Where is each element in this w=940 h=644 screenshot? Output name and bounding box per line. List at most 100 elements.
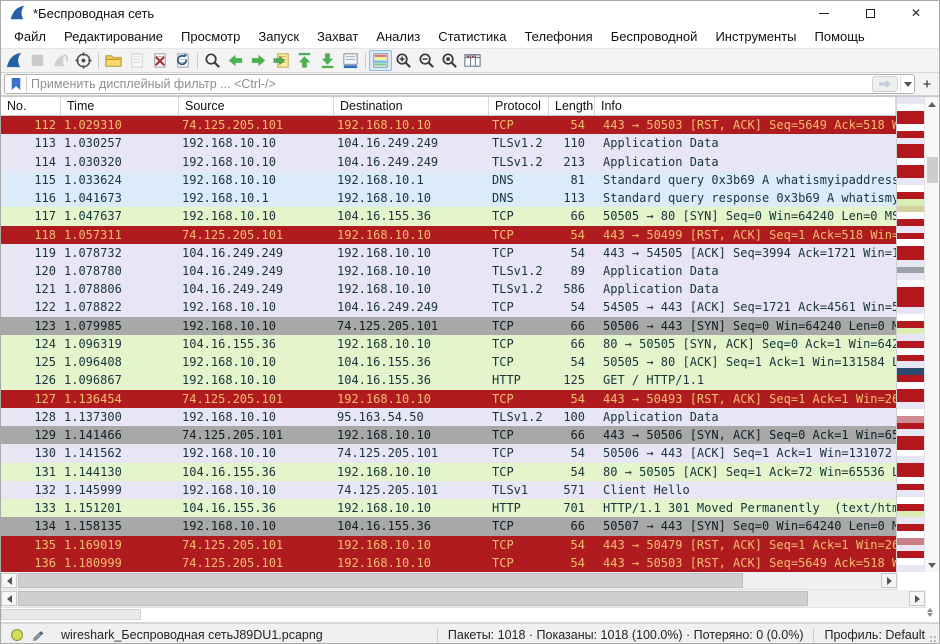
cell-source: 104.16.249.249 bbox=[179, 262, 334, 280]
menu-item-go[interactable]: Запуск bbox=[249, 26, 308, 47]
column-header-destination[interactable]: Destination bbox=[334, 97, 489, 115]
packet-row[interactable]: 1231.079985192.168.10.1074.125.205.101TC… bbox=[1, 317, 896, 335]
colorize-icon[interactable] bbox=[369, 50, 392, 71]
packet-list-hscrollbar[interactable] bbox=[1, 572, 898, 590]
hscroll-left-button[interactable] bbox=[1, 573, 17, 588]
menu-item-tools[interactable]: Инструменты bbox=[706, 26, 805, 47]
scroll-up-button[interactable] bbox=[925, 97, 939, 111]
column-header-time[interactable]: Time bbox=[61, 97, 179, 115]
cell-no: 131 bbox=[1, 463, 61, 481]
expert-info-icon[interactable] bbox=[11, 629, 23, 641]
wireshark-logo-icon bbox=[9, 4, 27, 22]
apply-filter-button[interactable] bbox=[872, 76, 898, 92]
column-header-protocol[interactable]: Protocol bbox=[489, 97, 549, 115]
cell-length: 54 bbox=[549, 116, 595, 134]
menu-item-statistics[interactable]: Статистика bbox=[429, 26, 515, 47]
packet-row[interactable]: 1241.096319104.16.155.36192.168.10.10TCP… bbox=[1, 335, 896, 353]
menu-item-help[interactable]: Помощь bbox=[806, 26, 874, 47]
packet-row[interactable]: 1321.145999192.168.10.1074.125.205.101TL… bbox=[1, 481, 896, 499]
cell-source: 104.16.249.249 bbox=[179, 280, 334, 298]
collapsed-pane-scrollbar[interactable] bbox=[1, 609, 141, 620]
capture-comment-icon[interactable] bbox=[29, 627, 47, 643]
profile-button[interactable]: Профиль: Default bbox=[813, 628, 939, 642]
save-file-icon[interactable] bbox=[125, 50, 148, 71]
add-filter-button[interactable]: + bbox=[918, 76, 936, 93]
scroll-down-button[interactable] bbox=[925, 558, 939, 572]
hscrollbar-thumb[interactable] bbox=[18, 573, 743, 588]
menu-item-capture[interactable]: Захват bbox=[308, 26, 367, 47]
packet-row[interactable]: 1151.033624192.168.10.10192.168.10.1DNS8… bbox=[1, 171, 896, 189]
packet-row[interactable]: 1171.047637192.168.10.10104.16.155.36TCP… bbox=[1, 207, 896, 225]
menu-item-edit[interactable]: Редактирование bbox=[55, 26, 172, 47]
hscroll2-right-button[interactable] bbox=[909, 591, 925, 606]
zoom-original-icon[interactable] bbox=[438, 50, 461, 71]
column-header-info[interactable]: Info bbox=[595, 97, 896, 115]
go-back-icon[interactable] bbox=[224, 50, 247, 71]
packet-row[interactable]: 1161.041673192.168.10.1192.168.10.10DNS1… bbox=[1, 189, 896, 207]
vertical-scrollbar[interactable] bbox=[924, 97, 939, 572]
display-filter-input[interactable] bbox=[27, 75, 872, 93]
restart-capture-icon[interactable] bbox=[49, 50, 72, 71]
resize-grip[interactable] bbox=[929, 635, 937, 643]
auto-scroll-icon[interactable] bbox=[339, 50, 362, 71]
mini-scroll-arrows[interactable] bbox=[927, 608, 933, 617]
menu-item-wireless[interactable]: Беспроводной bbox=[602, 26, 707, 47]
packet-row[interactable]: 1291.14146674.125.205.101192.168.10.10TC… bbox=[1, 426, 896, 444]
packet-row[interactable]: 1351.16901974.125.205.101192.168.10.10TC… bbox=[1, 536, 896, 554]
start-capture-icon[interactable] bbox=[3, 50, 26, 71]
packet-row[interactable]: 1201.078780104.16.249.249192.168.10.10TL… bbox=[1, 262, 896, 280]
menu-item-file[interactable]: Файл bbox=[5, 26, 55, 47]
vertical-scrollbar-thumb[interactable] bbox=[927, 157, 938, 183]
packet-row[interactable]: 1121.02931074.125.205.101192.168.10.10TC… bbox=[1, 116, 896, 134]
minimap-stripe bbox=[897, 477, 924, 484]
packet-row[interactable]: 1281.137300192.168.10.1095.163.54.50TLSv… bbox=[1, 408, 896, 426]
menu-item-view[interactable]: Просмотр bbox=[172, 26, 249, 47]
column-header-length[interactable]: Length bbox=[549, 97, 595, 115]
secondary-hscrollbar[interactable] bbox=[1, 590, 926, 608]
zoom-out-icon[interactable] bbox=[415, 50, 438, 71]
cell-protocol: TLSv1.2 bbox=[489, 408, 549, 426]
packet-row[interactable]: 1221.078822192.168.10.10104.16.249.249TC… bbox=[1, 298, 896, 316]
packet-row[interactable]: 1131.030257192.168.10.10104.16.249.249TL… bbox=[1, 134, 896, 152]
column-header-source[interactable]: Source bbox=[179, 97, 334, 115]
packet-row[interactable]: 1211.078806104.16.249.249192.168.10.10TL… bbox=[1, 280, 896, 298]
minimap-stripe bbox=[897, 517, 924, 524]
maximize-button[interactable] bbox=[847, 1, 893, 25]
intelligent-scrollbar-minimap[interactable] bbox=[896, 97, 924, 572]
minimap-stripe bbox=[897, 538, 924, 545]
packet-row[interactable]: 1361.18099974.125.205.101192.168.10.10TC… bbox=[1, 554, 896, 572]
filter-bookmark-icon[interactable] bbox=[5, 75, 27, 93]
go-last-icon[interactable] bbox=[316, 50, 339, 71]
packet-row[interactable]: 1181.05731174.125.205.101192.168.10.10TC… bbox=[1, 226, 896, 244]
packet-row[interactable]: 1341.158135192.168.10.10104.16.155.36TCP… bbox=[1, 517, 896, 535]
menu-item-telephony[interactable]: Телефония bbox=[515, 26, 601, 47]
packet-row[interactable]: 1311.144130104.16.155.36192.168.10.10TCP… bbox=[1, 463, 896, 481]
column-header-no[interactable]: No. bbox=[1, 97, 61, 115]
close-file-icon[interactable] bbox=[148, 50, 171, 71]
packet-row[interactable]: 1331.151201104.16.155.36192.168.10.10HTT… bbox=[1, 499, 896, 517]
zoom-in-icon[interactable] bbox=[392, 50, 415, 71]
hscroll2-left-button[interactable] bbox=[1, 591, 17, 606]
capture-options-icon[interactable] bbox=[72, 50, 95, 71]
minimize-button[interactable] bbox=[801, 1, 847, 25]
go-first-icon[interactable] bbox=[293, 50, 316, 71]
find-packet-icon[interactable] bbox=[201, 50, 224, 71]
packet-row[interactable]: 1301.141562192.168.10.1074.125.205.101TC… bbox=[1, 444, 896, 462]
go-forward-icon[interactable] bbox=[247, 50, 270, 71]
hscroll-right-button[interactable] bbox=[881, 573, 897, 588]
packet-row[interactable]: 1251.096408192.168.10.10104.16.155.36TCP… bbox=[1, 353, 896, 371]
packet-row[interactable]: 1141.030320192.168.10.10104.16.249.249TL… bbox=[1, 153, 896, 171]
open-file-icon[interactable] bbox=[102, 50, 125, 71]
menu-item-analyze[interactable]: Анализ bbox=[367, 26, 429, 47]
resize-columns-icon[interactable] bbox=[461, 50, 484, 71]
go-to-packet-icon[interactable] bbox=[270, 50, 293, 71]
packet-row[interactable]: 1191.078732104.16.249.249192.168.10.10TC… bbox=[1, 244, 896, 262]
stop-capture-icon[interactable] bbox=[26, 50, 49, 71]
packet-row[interactable]: 1261.096867192.168.10.10104.16.155.36HTT… bbox=[1, 371, 896, 389]
close-button[interactable]: ✕ bbox=[893, 1, 939, 25]
reload-file-icon[interactable] bbox=[171, 50, 194, 71]
cell-source: 192.168.10.10 bbox=[179, 298, 334, 316]
hscrollbar2-thumb[interactable] bbox=[18, 591, 808, 606]
filter-dropdown-button[interactable] bbox=[900, 75, 914, 93]
packet-row[interactable]: 1271.13645474.125.205.101192.168.10.10TC… bbox=[1, 390, 896, 408]
